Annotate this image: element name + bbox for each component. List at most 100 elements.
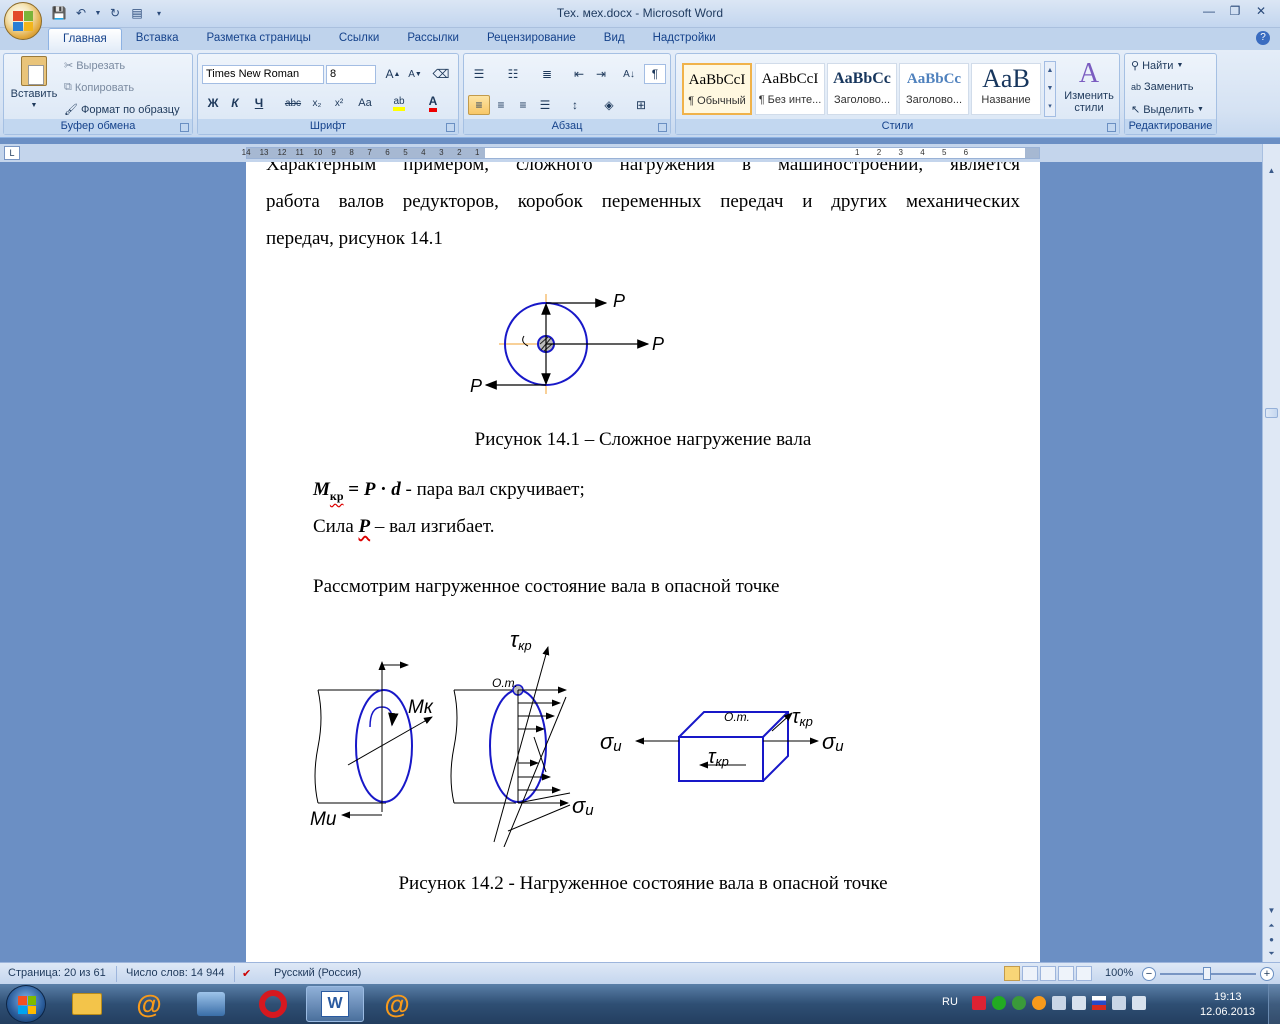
- input-language[interactable]: RU: [942, 996, 958, 1008]
- clipboard-launcher-icon[interactable]: [180, 123, 189, 132]
- zoom-level[interactable]: 100%: [1105, 967, 1133, 979]
- style-heading-2[interactable]: AaBbCc Заголово...: [899, 63, 969, 115]
- tab-page-layout[interactable]: Разметка страницы: [193, 28, 325, 50]
- print-layout-icon[interactable]: [1004, 966, 1020, 981]
- page[interactable]: Характерным примером, сложного нагружени…: [246, 162, 1040, 962]
- style-normal[interactable]: AaBbCcI ¶ Обычный: [682, 63, 752, 115]
- tray-flag-icon[interactable]: [972, 996, 986, 1010]
- tab-references[interactable]: Ссылки: [325, 28, 394, 50]
- show-desktop-button[interactable]: [1268, 984, 1280, 1024]
- scroll-down-icon[interactable]: ▼: [1265, 904, 1278, 918]
- shading-button[interactable]: ◈: [598, 95, 620, 115]
- taskbar-explorer[interactable]: [58, 986, 116, 1022]
- tray-green-icon[interactable]: [992, 996, 1006, 1010]
- paragraph-launcher-icon[interactable]: [658, 123, 667, 132]
- replace-button[interactable]: ab Заменить: [1131, 81, 1193, 93]
- language-status[interactable]: Русский (Россия): [274, 967, 361, 979]
- show-marks-button[interactable]: ¶: [644, 64, 666, 84]
- shrink-font-button[interactable]: A ▼: [404, 64, 426, 84]
- tray-mail-icon[interactable]: [1032, 996, 1046, 1010]
- multilevel-list-button[interactable]: ≣: [536, 64, 558, 84]
- strikethrough-button[interactable]: abc: [282, 93, 304, 113]
- tray-battery-icon[interactable]: [1132, 996, 1146, 1010]
- find-button[interactable]: ⚲ Найти ▼: [1131, 59, 1183, 73]
- scroll-up-icon[interactable]: ▲: [1265, 164, 1278, 178]
- tray-volume-icon[interactable]: [1112, 996, 1126, 1010]
- format-painter-button[interactable]: 🖌 Формат по образцу: [64, 103, 180, 117]
- grow-font-button[interactable]: A ▲: [382, 64, 404, 84]
- zoom-out-icon[interactable]: −: [1142, 967, 1156, 981]
- horizontal-ruler[interactable]: 14 13 12 11 10 9 8 7 6 5 4 3 2 1 1 2 3 4 5 6: [242, 147, 1040, 159]
- tab-mailings[interactable]: Рассылки: [393, 28, 473, 50]
- justify-button[interactable]: ☰: [534, 95, 556, 115]
- align-left-button[interactable]: ≡: [468, 95, 490, 115]
- start-button[interactable]: [6, 985, 46, 1023]
- tray-update-icon[interactable]: [1012, 996, 1026, 1010]
- subscript-button[interactable]: x₂: [306, 93, 328, 113]
- draft-icon[interactable]: [1076, 966, 1092, 981]
- tray-sound-icon[interactable]: [1052, 996, 1066, 1010]
- restore-icon[interactable]: ❐: [1222, 2, 1248, 20]
- proofing-icon[interactable]: ✔: [242, 967, 251, 980]
- change-styles-button[interactable]: A Изменить стили: [1060, 58, 1118, 114]
- next-page-icon[interactable]: ⏷: [1265, 947, 1278, 961]
- line-spacing-button[interactable]: ↕: [564, 95, 586, 115]
- taskbar-word[interactable]: W: [306, 986, 364, 1022]
- bold-button[interactable]: Ж: [202, 93, 224, 113]
- web-layout-icon[interactable]: [1040, 966, 1056, 981]
- style-no-spacing[interactable]: AaBbCcI ¶ Без инте...: [755, 63, 825, 115]
- taskbar-mail-agent[interactable]: @: [120, 986, 178, 1022]
- word-count[interactable]: Число слов: 14 944: [126, 967, 224, 979]
- zoom-slider-thumb[interactable]: [1203, 967, 1211, 980]
- tab-insert[interactable]: Вставка: [122, 28, 193, 50]
- prev-page-icon[interactable]: ⏶: [1265, 919, 1278, 933]
- copy-button[interactable]: ⧉ Копировать: [64, 81, 134, 94]
- tab-selector[interactable]: L: [4, 146, 20, 160]
- office-button[interactable]: [4, 2, 42, 40]
- minimize-icon[interactable]: —: [1196, 2, 1222, 20]
- numbering-button[interactable]: ☷: [502, 64, 524, 84]
- close-icon[interactable]: ✕: [1248, 2, 1274, 20]
- tray-keyboard-icon[interactable]: [1092, 996, 1106, 1010]
- style-heading-1[interactable]: AaBbCc Заголово...: [827, 63, 897, 115]
- align-right-button[interactable]: ≡: [512, 95, 534, 115]
- select-button[interactable]: ↖ Выделить ▼: [1131, 103, 1204, 117]
- bullets-button[interactable]: ☰: [468, 64, 490, 84]
- clear-format-button[interactable]: ⌫: [430, 64, 452, 84]
- clock-date[interactable]: 12.06.2013: [1200, 1006, 1255, 1018]
- browse-object-icon[interactable]: ●: [1265, 933, 1278, 947]
- change-case-button[interactable]: Aa: [354, 93, 376, 113]
- page-count[interactable]: Страница: 20 из 61: [8, 967, 106, 979]
- vertical-scrollbar[interactable]: ▲ ▼ ⏶ ● ⏷: [1262, 144, 1280, 962]
- taskbar-network[interactable]: [182, 986, 240, 1022]
- full-screen-icon[interactable]: [1022, 966, 1038, 981]
- tab-view[interactable]: Вид: [590, 28, 639, 50]
- zoom-in-icon[interactable]: +: [1260, 967, 1274, 981]
- increase-indent-button[interactable]: ⇥: [590, 64, 612, 84]
- tray-network-icon[interactable]: [1072, 996, 1086, 1010]
- taskbar-opera[interactable]: [244, 986, 302, 1022]
- styles-launcher-icon[interactable]: [1107, 123, 1116, 132]
- borders-button[interactable]: ⊞: [630, 95, 652, 115]
- styles-scroll[interactable]: ▲ ▼ ▾: [1044, 61, 1056, 117]
- help-icon[interactable]: ?: [1256, 31, 1270, 45]
- taskbar-mail-agent-2[interactable]: @: [368, 986, 426, 1022]
- tab-review[interactable]: Рецензирование: [473, 28, 590, 50]
- font-name-input[interactable]: Times New Roman: [202, 65, 324, 84]
- highlight-button[interactable]: ab: [388, 93, 410, 113]
- cut-button[interactable]: ✂ Вырезать: [64, 59, 125, 73]
- tab-home[interactable]: Главная: [48, 28, 122, 50]
- font-size-input[interactable]: 8: [326, 65, 376, 84]
- tab-addins[interactable]: Надстройки: [639, 28, 730, 50]
- font-launcher-icon[interactable]: [446, 123, 455, 132]
- decrease-indent-button[interactable]: ⇤: [568, 64, 590, 84]
- font-color-button[interactable]: A: [422, 93, 444, 113]
- underline-button[interactable]: Ч: [248, 93, 270, 113]
- outline-icon[interactable]: [1058, 966, 1074, 981]
- paste-button[interactable]: Вставить ▼: [8, 56, 60, 109]
- clock-time[interactable]: 19:13: [1214, 991, 1242, 1003]
- style-title[interactable]: AaB Название: [971, 63, 1041, 115]
- scroll-thumb[interactable]: [1265, 408, 1278, 418]
- italic-button[interactable]: К: [224, 93, 246, 113]
- sort-button[interactable]: A↓: [618, 64, 640, 84]
